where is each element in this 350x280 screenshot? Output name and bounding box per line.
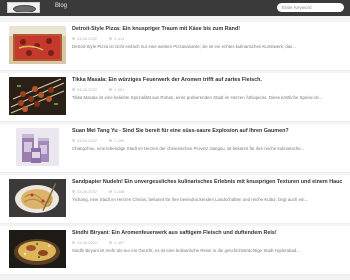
- article-excerpt: Sindhi Biryani ist mehr als nur ein Geri…: [72, 248, 300, 253]
- article-thumbnail-skewers[interactable]: [9, 77, 66, 115]
- article-excerpt: Yichang, eine Stadt im Herzen Chinas, be…: [72, 197, 309, 202]
- article-date: 03.06.2022: [77, 138, 98, 143]
- calendar-icon: [72, 88, 75, 92]
- article-meta: 03.06.2022 1,348: [72, 189, 124, 194]
- article-title[interactable]: Detroit-Style Pizza: Ein knuspriger Trau…: [72, 26, 342, 32]
- article-views: 1,407: [114, 240, 125, 245]
- article-thumbnail-pizza[interactable]: [9, 26, 66, 64]
- article-thumbnail-biryani[interactable]: [9, 230, 66, 268]
- eye-icon: [109, 139, 113, 143]
- article-card[interactable]: Sandpapier Nudeln! Ein unvergessliches k…: [0, 175, 350, 224]
- article-views: 1,301: [114, 87, 125, 92]
- article-title[interactable]: Suan Mei Tang Yu - Sind Sie bereit für e…: [72, 128, 342, 134]
- article-date: 03.06.2022: [77, 36, 98, 41]
- eye-icon: [109, 37, 113, 41]
- article-card[interactable]: Suan Mei Tang Yu - Sind Sie bereit für e…: [0, 124, 350, 173]
- skewers-image: [9, 77, 66, 115]
- article-meta: 03.06.2022 1,407: [72, 240, 124, 245]
- article-views: 1,299: [114, 138, 125, 143]
- article-title[interactable]: Tikka Masala: Ein würziges Feuerwerk der…: [72, 77, 342, 83]
- eye-icon: [109, 241, 113, 245]
- article-title[interactable]: Sandpapier Nudeln! Ein unvergessliches k…: [72, 179, 342, 185]
- site-logo[interactable]: [7, 2, 40, 13]
- article-card[interactable]: Tikka Masala: Ein würziges Feuerwerk der…: [0, 73, 350, 122]
- nav-blog-link[interactable]: Blog: [55, 3, 67, 9]
- article-date: 03.06.2022: [77, 189, 98, 194]
- article-date: 03.06.2022: [77, 240, 98, 245]
- article-card[interactable]: Detroit-Style Pizza: Ein knuspriger Trau…: [0, 22, 350, 71]
- article-meta: 03.06.2022 1,414: [72, 36, 124, 41]
- pizza-image: [9, 26, 66, 64]
- plate-icon: [13, 5, 36, 12]
- eye-icon: [109, 190, 113, 194]
- eye-icon: [109, 88, 113, 92]
- article-excerpt: Changzhou, eine lebendige Stadt im Herze…: [72, 146, 305, 151]
- noodles-image: [9, 179, 66, 217]
- article-date: 03.06.2022: [77, 87, 98, 92]
- article-meta: 03.06.2022 1,299: [72, 138, 124, 143]
- article-excerpt: Tikka Masala ist eine beliebte Spezialit…: [72, 95, 323, 100]
- article-views: 1,414: [114, 36, 125, 41]
- article-views: 1,348: [114, 189, 125, 194]
- drink-image: [16, 128, 59, 166]
- search-input[interactable]: Enter Keyword: [277, 3, 344, 12]
- calendar-icon: [72, 139, 75, 143]
- calendar-icon: [72, 37, 75, 41]
- article-card[interactable]: Sindhi Biryani: Ein Aromenfeuerwerk aus …: [0, 226, 350, 275]
- article-meta: 03.06.2022 1,301: [72, 87, 124, 92]
- calendar-icon: [72, 241, 75, 245]
- article-thumbnail-drink[interactable]: [16, 128, 59, 166]
- calendar-icon: [72, 190, 75, 194]
- biryani-image: [9, 230, 66, 268]
- article-excerpt: Detroit-Style Pizza ist nicht einfach nu…: [72, 44, 297, 49]
- article-title[interactable]: Sindhi Biryani: Ein Aromenfeuerwerk aus …: [72, 230, 342, 236]
- top-navigation-bar: Blog Enter Keyword: [0, 0, 350, 16]
- article-thumbnail-noodles[interactable]: [9, 179, 66, 217]
